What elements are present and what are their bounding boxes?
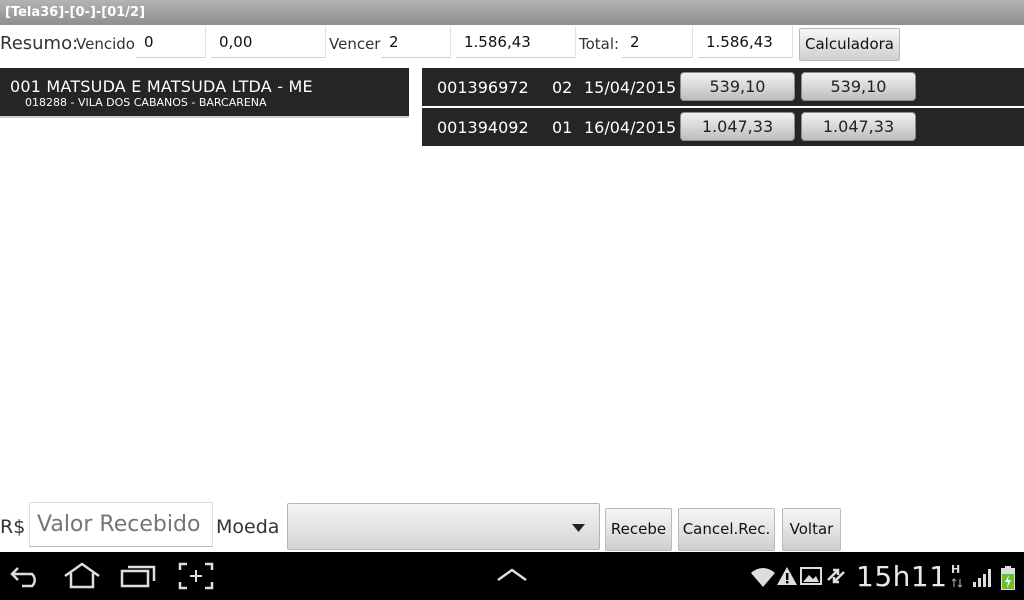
- battery-charging-icon: [1001, 566, 1015, 590]
- title-value-button[interactable]: 539,10: [680, 72, 795, 101]
- cancel-receipt-button[interactable]: Cancel.Rec.: [678, 508, 775, 551]
- resumo-label: Resumo:: [0, 33, 79, 54]
- coin-select[interactable]: [287, 503, 600, 550]
- chevron-up-icon[interactable]: [496, 568, 528, 582]
- total-value-field[interactable]: 1.586,43: [698, 26, 793, 58]
- gallery-icon: [800, 567, 822, 585]
- back-button[interactable]: Voltar: [782, 508, 841, 551]
- summary-bar: Resumo: Vencido 0 0,00 Vencer 2 1.586,43…: [0, 25, 1024, 63]
- screenshot-icon[interactable]: [178, 562, 214, 590]
- title-open-value-button[interactable]: 539,10: [801, 72, 916, 101]
- title-due-date: 16/04/2015: [584, 118, 677, 137]
- wifi-icon: [751, 568, 775, 587]
- coin-label: Moeda: [216, 516, 280, 538]
- network-type-label: H: [951, 563, 961, 576]
- title-doc-number: 001396972: [437, 78, 529, 97]
- title-parcel: 02: [552, 78, 573, 97]
- window-title: [Tela36]-[0-]-[01/2]: [0, 0, 1024, 25]
- sync-icon: [827, 568, 845, 584]
- title-doc-number: 001394092: [437, 118, 529, 137]
- vencer-count-field[interactable]: 2: [381, 26, 451, 58]
- signal-icon: [973, 569, 991, 587]
- home-nav-icon[interactable]: [62, 562, 102, 590]
- title-due-date: 15/04/2015: [584, 78, 677, 97]
- clock: 15h11: [856, 560, 948, 593]
- title-value-button[interactable]: 1.047,33: [680, 112, 795, 141]
- system-navbar: 15h11 H: [0, 552, 1024, 600]
- dropdown-triangle-icon: [572, 524, 585, 532]
- warning-icon: [777, 567, 797, 585]
- payment-bar: R$ Moeda Recebe Cancel.Rec. Voltar: [0, 500, 1024, 552]
- vencer-label: Vencer: [329, 35, 381, 53]
- client-name: 001 MATSUDA E MATSUDA LTDA - ME: [10, 77, 313, 96]
- back-nav-icon[interactable]: [10, 564, 44, 588]
- calculator-button[interactable]: Calculadora: [799, 28, 900, 61]
- vencido-count-field[interactable]: 0: [136, 26, 206, 58]
- title-row[interactable]: 001396972 02 15/04/2015 539,10 539,10: [422, 68, 1024, 106]
- data-arrows-icon: [951, 578, 963, 588]
- total-label: Total:: [579, 35, 620, 53]
- title-open-value-button[interactable]: 1.047,33: [801, 112, 916, 141]
- title-row[interactable]: 001394092 01 16/04/2015 1.047,33 1.047,3…: [422, 108, 1024, 146]
- amount-received-input[interactable]: [29, 502, 213, 547]
- vencido-label: Vencido: [76, 35, 135, 53]
- vencido-value-field[interactable]: 0,00: [211, 26, 326, 58]
- vencer-value-field[interactable]: 1.586,43: [456, 26, 576, 58]
- recent-apps-icon[interactable]: [120, 564, 158, 588]
- receive-button[interactable]: Recebe: [605, 508, 672, 551]
- client-address: 018288 - VILA DOS CABANOS - BARCARENA: [25, 96, 267, 109]
- title-parcel: 01: [552, 118, 573, 137]
- currency-symbol: R$: [0, 516, 26, 538]
- client-item[interactable]: 001 MATSUDA E MATSUDA LTDA - ME 018288 -…: [0, 68, 409, 118]
- total-count-field[interactable]: 2: [622, 26, 693, 58]
